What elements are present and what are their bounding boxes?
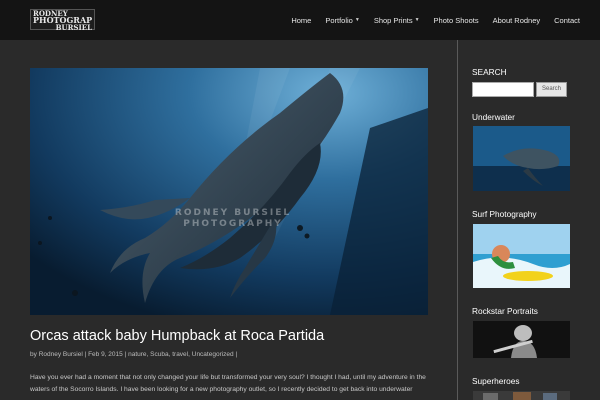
image-watermark: RODNEY BURSIEL PHOTOGRAPHY (143, 208, 323, 230)
widget-title-superheroes[interactable]: Superheroes (472, 376, 520, 386)
widget-title-rockstar-portraits[interactable]: Rockstar Portraits (472, 306, 538, 316)
nav-contact-label: Contact (554, 15, 580, 25)
widget-title-underwater[interactable]: Underwater (472, 112, 515, 122)
category-link-travel[interactable]: travel (172, 351, 188, 358)
nav-photo-shoots[interactable]: Photo Shoots (434, 16, 479, 25)
sidebar-divider (457, 40, 458, 400)
nav-shop-prints[interactable]: Shop Prints ▼ (374, 16, 420, 25)
logo-line-bursiel: BURSIEL (55, 24, 92, 31)
category-link-scuba[interactable]: Scuba (150, 351, 168, 358)
guitarist-thumbnail-icon (473, 321, 570, 358)
whale-photo (30, 68, 428, 315)
nav-home-label: Home (291, 15, 312, 25)
underwater-thumbnail[interactable] (473, 126, 570, 191)
whale-thumbnail-icon (473, 126, 570, 191)
nav-home[interactable]: Home (291, 16, 311, 25)
superheroes-thumbnail[interactable] (473, 391, 570, 400)
category-link-nature[interactable]: nature (128, 351, 146, 358)
meta-author-link[interactable]: Rodney Bursiel (39, 351, 83, 358)
superheroes-thumbnail-icon (473, 391, 570, 400)
post-title[interactable]: Orcas attack baby Humpback at Roca Parti… (30, 328, 324, 344)
watermark-line-2: PHOTOGRAPHY (183, 219, 283, 229)
main-nav: Home Portfolio ▼ Shop Prints ▼ Photo Shoot… (291, 0, 580, 40)
caret-down-icon: ▼ (354, 17, 360, 23)
nav-about-rodney[interactable]: About Rodney (493, 16, 541, 25)
nav-portfolio-label: Portfolio (325, 15, 353, 25)
site-header: RODNEY PHOTOGRAPHY BURSIEL Home Portfoli… (0, 0, 600, 40)
search-button[interactable]: Search (536, 82, 567, 97)
search-input[interactable] (472, 82, 534, 97)
nav-portfolio[interactable]: Portfolio ▼ (325, 16, 359, 25)
caret-down-icon: ▼ (414, 17, 420, 23)
category-link-uncategorized[interactable]: Uncategorized (192, 351, 234, 358)
meta-date: Feb 9, 2015 (88, 351, 123, 358)
logo-line-photography: PHOTOGRAPHY (33, 17, 92, 24)
nav-contact[interactable]: Contact (554, 16, 580, 25)
meta-by: by (30, 351, 37, 358)
rockstar-thumbnail[interactable] (473, 321, 570, 358)
surf-thumbnail[interactable] (473, 224, 570, 288)
surfer-thumbnail-icon (473, 224, 570, 288)
post-meta: by Rodney Bursiel | Feb 9, 2015 | nature… (30, 351, 238, 358)
nav-about-rodney-label: About Rodney (492, 15, 541, 25)
logo-line-rodney: RODNEY (33, 10, 68, 17)
main-content: RODNEY BURSIEL PHOTOGRAPHY (30, 68, 428, 315)
nav-shop-prints-label: Shop Prints (373, 15, 413, 25)
widget-title-surf-photography[interactable]: Surf Photography (472, 209, 537, 219)
post-excerpt: Have you ever had a moment that not only… (30, 374, 426, 393)
site-logo[interactable]: RODNEY PHOTOGRAPHY BURSIEL (30, 9, 95, 31)
nav-photo-shoots-label: Photo Shoots (433, 15, 479, 25)
featured-image[interactable]: RODNEY BURSIEL PHOTOGRAPHY (30, 68, 428, 315)
watermark-line-1: RODNEY BURSIEL (174, 208, 292, 218)
search-widget-title: SEARCH (472, 67, 507, 77)
